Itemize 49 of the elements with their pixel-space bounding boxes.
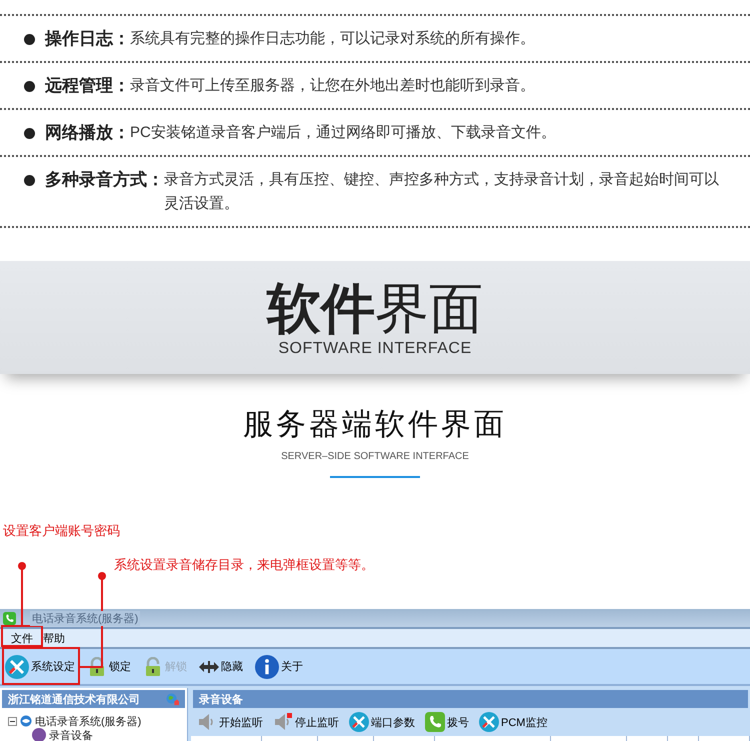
section-title: 服务器端软件界面	[243, 407, 507, 443]
banner-title: 软件界面	[267, 278, 483, 340]
bullet-icon	[24, 81, 35, 92]
panel-title: 浙江铭道通信技术有限公司	[8, 692, 140, 706]
globe-icon	[166, 692, 179, 706]
panel-title: 录音设备	[199, 692, 243, 706]
feature-description: 系统具有完整的操作日志功能，可以记录对系统的所有操作。	[130, 29, 535, 49]
feature-label: 网络播放：	[45, 122, 130, 144]
double-arrow-icon	[199, 660, 219, 672]
toolbar-button[interactable]: 隐藏	[199, 659, 243, 674]
toolbar-button[interactable]: 系统设定	[5, 654, 75, 678]
phone-icon	[425, 712, 445, 732]
toolbar-button[interactable]: 拨号	[425, 712, 469, 732]
feature-label: 远程管理：	[45, 75, 130, 97]
globe-icon	[20, 715, 32, 727]
annotation-text: 系统设置录音储存目录，来电弹框设置等等。	[114, 557, 374, 572]
bullet-icon	[24, 128, 35, 139]
toolbar-button[interactable]: 关于	[255, 654, 303, 678]
speaker-icon	[273, 712, 293, 732]
toolbar-button[interactable]: 停止监听	[273, 712, 339, 732]
feature-description: 录音文件可上传至服务器，让您在外地出差时也能听到录音。	[130, 76, 535, 96]
menu-item[interactable]: 文件	[8, 630, 36, 646]
bullet-icon	[24, 34, 35, 45]
toolbar-button[interactable]: 端口参数	[349, 712, 415, 732]
padlock-icon	[143, 656, 163, 676]
tools-icon	[479, 712, 499, 732]
banner-subtitle: SOFTWARE INTERFACE	[278, 340, 472, 358]
feature-description: PC安装铭道录音客户端后，通过网络即可播放、下载录音文件。	[130, 123, 556, 143]
tools-icon	[5, 654, 29, 678]
toolbar-button[interactable]: 开始监听	[197, 712, 263, 732]
device-icon	[32, 728, 46, 741]
toolbar-button[interactable]: PCM监控	[479, 712, 548, 732]
menu-item[interactable]: 帮助	[40, 630, 68, 646]
leader-line	[18, 562, 26, 625]
padlock-icon	[87, 656, 107, 676]
feature-label: 操作日志：	[45, 28, 130, 50]
annotation-text: 设置客户端账号密码	[3, 523, 120, 538]
section-subtitle: SERVER–SIDE SOFTWARE INTERFACE	[281, 451, 469, 462]
toolbar-button[interactable]: 锁定	[87, 656, 131, 676]
info-icon	[255, 654, 279, 678]
feature-description: 录音方式灵活，具有压控、键控、声控多种方式，支持录音计划，录音起始时间可以灵活设置。	[164, 170, 720, 214]
phone-icon	[3, 612, 16, 624]
window-title: 电话录音系统(服务器)	[30, 610, 140, 626]
feature-label: 多种录音方式：	[45, 169, 164, 191]
tree-item[interactable]: 录音设备	[49, 728, 93, 741]
bullet-icon	[24, 175, 35, 186]
tree-item[interactable]: 电话录音系统(服务器)	[35, 714, 142, 728]
tools-icon	[349, 712, 369, 732]
collapse-icon[interactable]	[8, 716, 17, 726]
